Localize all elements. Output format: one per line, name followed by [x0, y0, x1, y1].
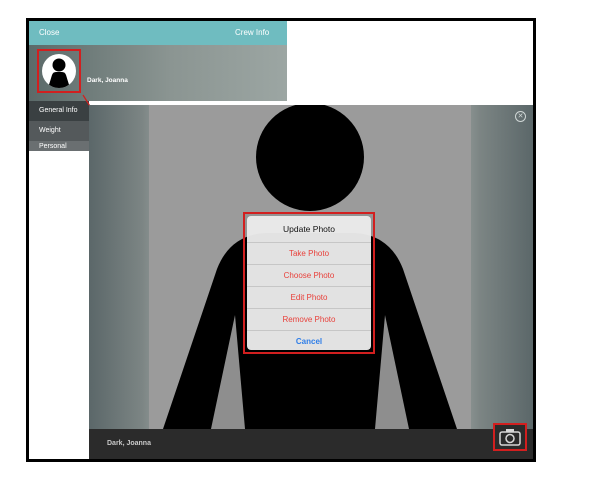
- close-icon[interactable]: ✕: [515, 111, 526, 122]
- footer-name: Dark, Joanna: [107, 440, 151, 447]
- app-frame: Close Crew Info Dark, Joanna General Inf…: [26, 18, 536, 462]
- action-sheet-title: Update Photo: [247, 216, 371, 243]
- camera-button[interactable]: [493, 423, 527, 451]
- action-sheet-body: Update Photo Take Photo Choose Photo Edi…: [247, 216, 371, 350]
- remove-photo-button[interactable]: Remove Photo: [247, 309, 371, 331]
- edit-photo-button[interactable]: Edit Photo: [247, 287, 371, 309]
- update-photo-action-sheet: Update Photo Take Photo Choose Photo Edi…: [243, 212, 375, 354]
- choose-photo-button[interactable]: Choose Photo: [247, 265, 371, 287]
- cancel-button[interactable]: Cancel: [247, 331, 371, 350]
- take-photo-button[interactable]: Take Photo: [247, 243, 371, 265]
- camera-icon: [499, 429, 521, 446]
- viewer-footer: Dark, Joanna: [89, 423, 533, 459]
